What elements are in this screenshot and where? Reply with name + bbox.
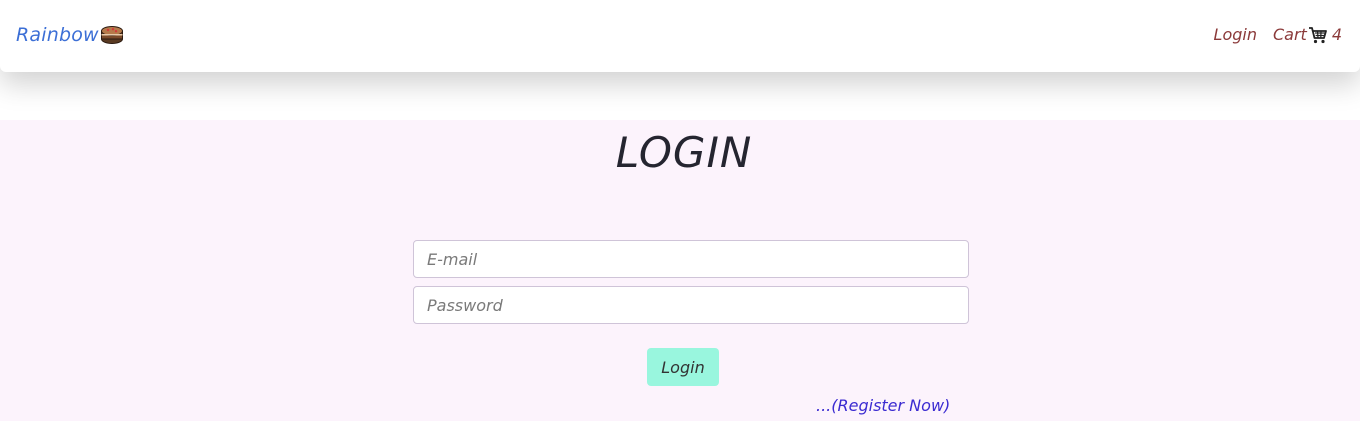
email-field[interactable] (413, 240, 969, 278)
cart-count: 4 (1331, 25, 1342, 44)
cake-icon (100, 23, 124, 45)
register-link[interactable]: ...(Register Now) (816, 396, 950, 415)
nav-links: Login Cart 4 (1214, 25, 1342, 44)
brand-text: Rainbow (16, 24, 99, 46)
brand-link[interactable]: Rainbow (16, 24, 124, 46)
navbar: Rainbow Login Cart 4 (0, 0, 1360, 72)
nav-cart-link[interactable]: Cart 4 (1273, 25, 1342, 44)
cart-icon (1308, 26, 1328, 44)
cart-label: Cart (1272, 25, 1307, 44)
nav-login-link[interactable]: Login (1214, 25, 1257, 44)
page-title: LOGIN (615, 128, 753, 177)
password-field[interactable] (413, 286, 969, 324)
login-section: LOGIN Login ...(Register Now) (0, 120, 1360, 421)
login-button[interactable]: Login (647, 348, 719, 386)
